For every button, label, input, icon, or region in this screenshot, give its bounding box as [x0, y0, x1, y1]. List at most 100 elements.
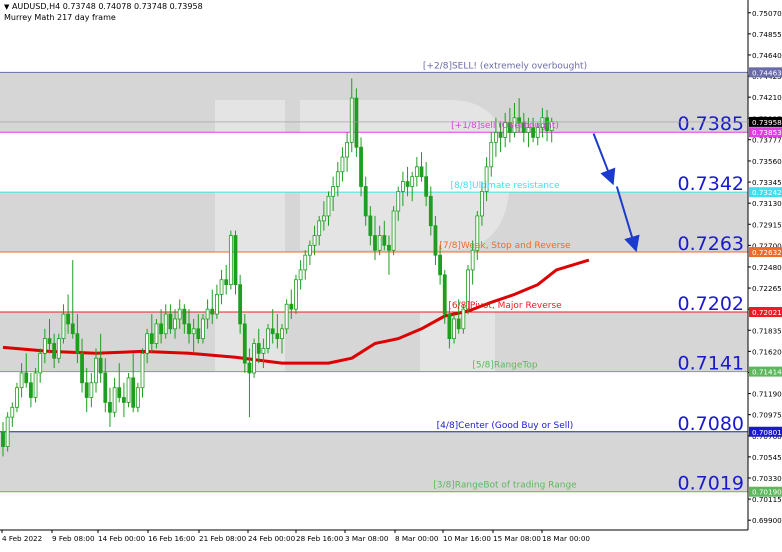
candle-body	[294, 279, 298, 310]
candle-body	[480, 190, 484, 217]
candle-body	[489, 141, 494, 168]
candle-body	[149, 333, 154, 344]
time-tick-label: 21 Feb 08:00	[199, 534, 247, 543]
chart: [+2/8]SELL! (extremely overbought) [+1/8]…	[0, 0, 782, 548]
murrey-label-3: [7/8]Weak, Stop and Reverse	[439, 241, 571, 251]
candle-body	[433, 225, 438, 256]
candle-body	[354, 97, 359, 148]
candle-body	[15, 387, 19, 408]
candle-body	[42, 338, 47, 354]
candle-body	[242, 323, 247, 364]
time-tick-label: 9 Feb 08:00	[52, 534, 95, 543]
candle-body	[24, 372, 29, 384]
price-tick-label: 0.71620	[752, 347, 782, 356]
candle-body	[10, 406, 15, 418]
candle	[228, 230, 233, 290]
candle-body	[168, 313, 173, 330]
candle-body	[94, 357, 98, 384]
candle-body	[122, 397, 126, 403]
candle-body	[177, 308, 182, 320]
level-price-tag-text-4: 0.72021	[752, 308, 782, 317]
watermark-bar	[215, 100, 285, 430]
time-tick-label: 14 Feb 00:00	[98, 534, 146, 543]
price-tick-label: 0.73345	[752, 178, 782, 187]
candle-body	[266, 328, 270, 349]
candle-body	[66, 313, 70, 325]
candle-body	[56, 338, 61, 359]
candle	[354, 88, 359, 158]
candle-body	[196, 328, 201, 340]
price-tick-label: 0.71835	[752, 326, 782, 335]
band-2	[0, 312, 748, 372]
time-tick-label: 8 Mar 00:00	[395, 534, 439, 543]
level-price-tag-text-2: 0.73242	[752, 188, 782, 197]
candle-body	[1, 431, 5, 447]
murrey-label-6: [4/8]Center (Good Buy or Sell)	[437, 421, 574, 431]
candle-body	[256, 343, 261, 354]
time-tick-label: 18 Mar 00:00	[542, 534, 590, 543]
murrey-label-5: [5/8]RangeTop	[472, 361, 538, 371]
candle-body	[275, 333, 280, 340]
candle-body	[135, 387, 140, 408]
band-3	[0, 431, 748, 492]
candle-body	[396, 190, 401, 212]
candle-body	[382, 235, 387, 246]
price-tick-label: 0.75070	[752, 9, 782, 18]
candle-body	[345, 141, 350, 158]
dropdown-icon[interactable]: ▼	[4, 3, 9, 11]
level-price-tag-text-6: 0.70801	[752, 428, 782, 437]
candle	[294, 274, 298, 315]
candle-body	[52, 343, 57, 359]
candle	[391, 206, 396, 256]
candle-body	[373, 235, 377, 251]
candle-body	[33, 372, 38, 398]
murrey-label-0: [+2/8]SELL! (extremely overbought)	[423, 61, 587, 71]
candle	[126, 372, 131, 408]
candle-body	[470, 249, 475, 271]
candle	[252, 338, 257, 378]
candle-body	[414, 166, 419, 178]
candle-body	[219, 279, 224, 295]
candle-body	[201, 318, 205, 340]
price-tick-label: 0.70545	[752, 453, 782, 462]
candle-body	[321, 215, 326, 222]
candle-body	[173, 318, 177, 330]
candle-body	[270, 328, 275, 335]
candle-body	[214, 294, 219, 315]
indicator-name: Murrey Math 217 day frame	[4, 13, 116, 22]
candle-body	[80, 352, 84, 384]
candle-body	[368, 215, 373, 236]
price-tick-label: 0.73130	[752, 199, 782, 208]
murrey-label-4: [6/8]Pivot, Major Reverse	[448, 301, 562, 311]
symbol-line: AUDUSD,H4 0.73748 0.74078 0.73748 0.7395…	[11, 2, 203, 11]
candle-body	[187, 323, 191, 335]
candle-body	[131, 377, 136, 408]
candle-body	[419, 166, 424, 178]
candle-body	[47, 338, 52, 344]
candle-body	[238, 284, 243, 325]
candle	[233, 230, 238, 295]
level-price-tag-text-3: 0.72632	[752, 248, 782, 257]
time-tick-label: 24 Feb 00:00	[248, 534, 296, 543]
candle-body	[331, 186, 336, 197]
candle-body	[126, 377, 131, 403]
candle-body	[112, 387, 117, 413]
candle-body	[456, 318, 461, 330]
candle-body	[163, 313, 168, 335]
candle-body	[335, 171, 340, 187]
candle-body	[103, 372, 108, 403]
candle-body	[205, 308, 210, 320]
price-tick-label: 0.72480	[752, 263, 782, 272]
forecast-level-5: 0.7141	[678, 353, 744, 375]
current-price-tag-text: 0.73958	[752, 118, 782, 127]
candle-body	[5, 416, 10, 447]
candle-body	[75, 333, 80, 354]
candle-body	[210, 308, 215, 315]
price-tick-label: 0.69900	[752, 516, 782, 525]
candle-body	[145, 333, 150, 354]
candle-body	[428, 195, 433, 227]
candle-body	[247, 362, 252, 374]
candle-body	[400, 181, 405, 192]
forecast-level-2: 0.7342	[678, 173, 744, 195]
candle-body	[349, 97, 354, 143]
